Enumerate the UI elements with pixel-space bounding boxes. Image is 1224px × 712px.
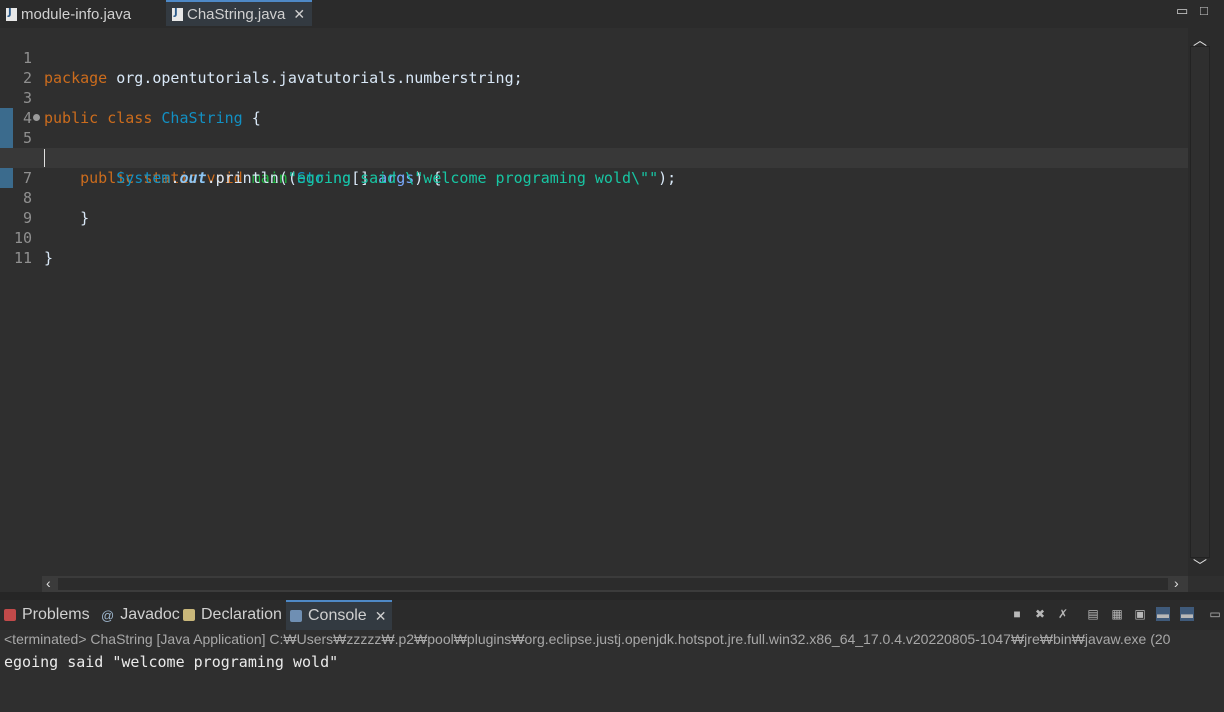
console-output[interactable]: egoing said "welcome programing wold" xyxy=(4,653,338,671)
code-line: 11 xyxy=(0,228,1188,267)
console-icon xyxy=(290,610,302,622)
line-number: 11 xyxy=(13,249,32,267)
tab-declaration[interactable]: Declaration xyxy=(183,600,282,630)
code-line: 10 } xyxy=(0,208,1188,267)
scroll-right-icon[interactable]: › xyxy=(1174,575,1179,591)
word-wrap-icon[interactable]: ▦ xyxy=(1110,607,1124,621)
overview-ruler xyxy=(1210,28,1224,576)
panel-tab-bar: Problems @ Javadoc Declaration Console ✕… xyxy=(0,600,1224,630)
code-line: 5 public static void main(String[] args)… xyxy=(0,108,1188,187)
show-console-icon[interactable]: ▣ xyxy=(1133,607,1147,621)
scroll-left-icon[interactable]: ‹ xyxy=(46,575,51,591)
tab-label: Console xyxy=(308,607,367,624)
maximize-icon[interactable]: □ xyxy=(1200,3,1208,18)
text-caret xyxy=(44,149,45,167)
remove-all-icon[interactable]: ✗ xyxy=(1056,607,1070,621)
remove-launch-icon[interactable]: ✖ xyxy=(1033,607,1047,621)
tab-label: module-info.java xyxy=(21,5,132,23)
vertical-scrollbar[interactable]: ︿ ﹀ xyxy=(1188,28,1210,576)
code-line: 2 xyxy=(0,48,1188,87)
tab-javadoc[interactable]: @ Javadoc xyxy=(101,600,180,630)
horizontal-scrollbar[interactable]: ‹ › xyxy=(42,575,1188,592)
code-line-current: 7 xyxy=(0,148,1188,187)
tab-chastring[interactable]: ChaString.java ✕ xyxy=(166,0,312,26)
tab-module-info[interactable]: module-info.java xyxy=(6,0,131,28)
tab-label: ChaString.java xyxy=(187,5,286,23)
close-icon[interactable]: ✕ xyxy=(375,608,387,625)
scroll-thumb[interactable] xyxy=(1190,46,1210,558)
panel-divider[interactable] xyxy=(0,592,1224,600)
tab-label: Declaration xyxy=(201,606,282,623)
fold-toggle-icon[interactable] xyxy=(33,114,40,121)
declaration-icon xyxy=(183,609,195,621)
file-java-icon xyxy=(6,7,17,21)
file-java-icon xyxy=(172,7,183,21)
open-console-icon[interactable]: ▬ xyxy=(1180,607,1194,621)
tab-console[interactable]: Console ✕ xyxy=(286,600,393,630)
launch-status: <terminated> ChaString [Java Application… xyxy=(4,631,1171,647)
console-panel: Problems @ Javadoc Declaration Console ✕… xyxy=(0,600,1224,712)
scroll-thumb[interactable] xyxy=(58,578,1168,590)
code-line: 9 xyxy=(0,188,1188,227)
tab-problems[interactable]: Problems xyxy=(4,600,90,630)
code-line: 6 System.out.println("egoing said \"welc… xyxy=(0,128,1188,187)
code-line: 8 } xyxy=(0,168,1188,227)
minimize-icon[interactable]: ▭ xyxy=(1176,3,1188,19)
pin-console-icon[interactable]: ▬ xyxy=(1156,607,1170,621)
scroll-down-icon[interactable]: ﹀ xyxy=(1193,556,1207,576)
scroll-lock-icon[interactable]: ▤ xyxy=(1086,607,1100,621)
problems-icon xyxy=(4,609,16,621)
terminate-icon[interactable]: ■ xyxy=(1010,607,1024,621)
code-line: 1 package org.opentutorials.javatutorial… xyxy=(0,28,1188,87)
code-line: 4 xyxy=(0,88,1188,127)
new-console-icon[interactable]: ▭ xyxy=(1208,607,1222,621)
editor-tab-bar: module-info.java ChaString.java ✕ ▭ □ xyxy=(0,0,1224,29)
tab-label: Javadoc xyxy=(120,606,180,623)
close-icon[interactable]: ✕ xyxy=(293,6,305,23)
code-line: 3 public class ChaString { xyxy=(0,68,1188,127)
code-editor[interactable]: 1 package org.opentutorials.javatutorial… xyxy=(0,28,1188,576)
closing-brace: } xyxy=(44,249,54,267)
tab-label: Problems xyxy=(22,606,90,623)
javadoc-icon: @ xyxy=(101,607,115,623)
